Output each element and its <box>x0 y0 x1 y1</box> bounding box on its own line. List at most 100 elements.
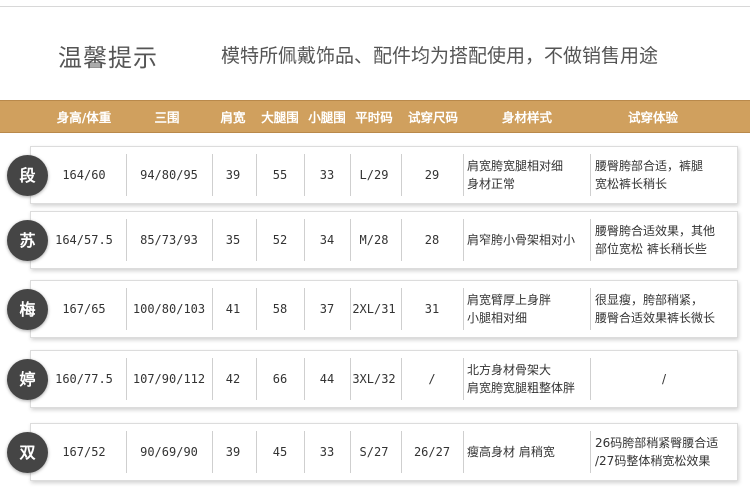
column-divider <box>304 154 305 196</box>
column-divider <box>256 154 257 196</box>
text-line: 腰臀胯合适效果，其他 <box>595 224 716 238</box>
text-line: /27码整体稍宽松效果 <box>595 454 711 468</box>
cell-shoulder: 39 <box>225 168 241 182</box>
cell-body-type: 北方身材骨架大 肩宽胯宽腿粗整体胖 <box>467 350 589 408</box>
table-row: 段 164/60 94/80/95 39 55 33 L/29 29 肩宽胯宽腿… <box>0 146 750 204</box>
column-divider <box>126 154 127 196</box>
text-line: 肩宽胯宽腿相对细 <box>467 159 564 173</box>
cell-usual-size: M/28 <box>359 233 389 247</box>
cell-body-type: 瘦高身材 肩稍宽 <box>467 423 589 481</box>
column-divider <box>590 154 591 196</box>
cell-calf: 33 <box>319 168 335 182</box>
header-tried-size: 试穿尺码 <box>407 110 458 125</box>
cell-thigh: 45 <box>272 445 288 459</box>
cell-body-type: 肩宽臂厚上身胖 小腿相对细 <box>467 280 589 338</box>
header-shoulder: 肩宽 <box>220 110 246 125</box>
column-divider <box>212 154 213 196</box>
cell-thigh: 66 <box>272 372 288 386</box>
text-line: 瘦高身材 肩稍宽 <box>467 445 555 459</box>
cell-thigh: 52 <box>272 233 288 247</box>
column-divider <box>126 219 127 261</box>
cell-height-weight: 167/65 <box>62 302 106 316</box>
header-height-weight: 身高/体重 <box>56 110 112 125</box>
column-divider <box>212 288 213 330</box>
column-divider <box>463 219 464 261</box>
cell-shoulder: 41 <box>225 302 241 316</box>
cell-measurements: 100/80/103 <box>132 302 206 316</box>
cell-thigh: 55 <box>272 168 288 182</box>
table-header: 身高/体重 三围 肩宽 大腿围 小腿围 平时码 试穿尺码 身材样式 试穿体验 <box>0 100 750 133</box>
cell-usual-size: S/27 <box>359 445 389 459</box>
text-line: / <box>661 372 667 386</box>
header-body-type: 身材样式 <box>501 110 552 125</box>
notice-title: 温馨提示 <box>58 44 158 72</box>
cell-measurements: 85/73/93 <box>140 233 198 247</box>
text-line: 肩宽臂厚上身胖 <box>467 293 552 307</box>
text-line: 很显瘦，胯部稍紧， <box>595 293 704 307</box>
cell-tried-size: 26/27 <box>413 445 451 459</box>
model-name-badge: 苏 <box>7 220 48 261</box>
text-line: 腰臀胯部合适，裤腿 <box>595 159 704 173</box>
cell-body-type: 肩窄胯小骨架相对小 <box>467 211 589 269</box>
column-divider <box>590 431 591 473</box>
text-line: 腰臀合适效果裤长微长 <box>595 311 716 325</box>
cell-usual-size: 2XL/31 <box>352 302 396 316</box>
header-usual-size: 平时码 <box>355 110 393 125</box>
model-name-badge: 段 <box>7 155 48 196</box>
column-divider <box>401 431 402 473</box>
text-line: 北方身材骨架大 <box>467 363 552 377</box>
text-line: 小腿相对细 <box>467 311 528 325</box>
column-divider <box>401 219 402 261</box>
cell-usual-size: L/29 <box>359 168 389 182</box>
cell-calf: 33 <box>319 445 335 459</box>
column-divider <box>304 288 305 330</box>
cell-measurements: 107/90/112 <box>132 372 206 386</box>
column-divider <box>304 431 305 473</box>
cell-height-weight: 167/52 <box>62 445 106 459</box>
cell-thigh: 58 <box>272 302 288 316</box>
column-divider <box>463 154 464 196</box>
cell-experience: 腰臀胯合适效果，其他 部位宽松 裤长稍长些 <box>595 211 733 269</box>
model-name-badge: 双 <box>7 432 48 473</box>
column-divider <box>126 288 127 330</box>
cell-calf: 34 <box>319 233 335 247</box>
cell-measurements: 90/69/90 <box>140 445 198 459</box>
text-line: 身材正常 <box>467 177 516 191</box>
column-divider <box>256 219 257 261</box>
cell-calf: 37 <box>319 302 335 316</box>
column-divider <box>463 288 464 330</box>
cell-tried-size: 28 <box>424 233 440 247</box>
cell-shoulder: 42 <box>225 372 241 386</box>
text-line: 肩窄胯小骨架相对小 <box>467 233 576 247</box>
column-divider <box>256 288 257 330</box>
header-calf: 小腿围 <box>308 110 346 125</box>
column-divider <box>590 219 591 261</box>
column-divider <box>256 431 257 473</box>
column-divider <box>212 431 213 473</box>
header-experience: 试穿体验 <box>627 110 678 125</box>
notice-text: 模特所佩戴饰品、配件均为搭配使用，不做销售用途 <box>221 45 659 67</box>
top-divider <box>0 6 750 7</box>
column-divider <box>590 358 591 400</box>
cell-experience: 很显瘦，胯部稍紧， 腰臀合适效果裤长微长 <box>595 280 733 338</box>
cell-usual-size: 3XL/32 <box>352 372 396 386</box>
model-name-badge: 梅 <box>7 289 48 330</box>
text-line: 部位宽松 裤长稍长些 <box>595 242 707 256</box>
header-measurements: 三围 <box>154 110 180 125</box>
column-divider <box>126 431 127 473</box>
cell-height-weight: 160/77.5 <box>55 372 113 386</box>
cell-tried-size: / <box>428 372 436 386</box>
table-row: 苏 164/57.5 85/73/93 35 52 34 M/28 28 肩窄胯… <box>0 211 750 269</box>
table-row: 婷 160/77.5 107/90/112 42 66 44 3XL/32 / … <box>0 350 750 408</box>
column-divider <box>590 288 591 330</box>
header-thigh: 大腿围 <box>261 110 299 125</box>
cell-body-type: 肩宽胯宽腿相对细 身材正常 <box>467 146 589 204</box>
text-line: 26码胯部稍紧臀腰合适 <box>595 436 719 450</box>
column-divider <box>126 358 127 400</box>
cell-experience: 腰臀胯部合适，裤腿 宽松裤长稍长 <box>595 146 733 204</box>
cell-height-weight: 164/57.5 <box>55 233 113 247</box>
column-divider <box>256 358 257 400</box>
cell-tried-size: 29 <box>424 168 440 182</box>
cell-experience: / <box>595 350 733 408</box>
model-name-badge: 婷 <box>7 359 48 400</box>
